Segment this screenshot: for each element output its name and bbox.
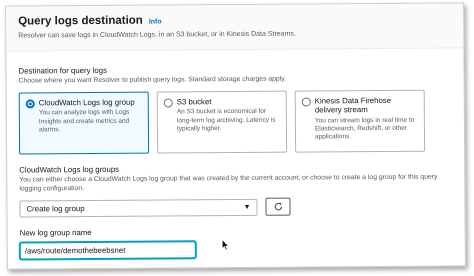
tile-title: CloudWatch Logs log group [38, 97, 135, 108]
log-groups-label: CloudWatch Logs log groups [19, 164, 120, 175]
caret-down-icon: ▼ [243, 203, 251, 211]
query-logs-destination-panel: Query logs destination Info Resolver can… [5, 2, 466, 270]
new-log-group-label: New log group name [19, 228, 92, 238]
refresh-button[interactable] [265, 198, 291, 217]
log-group-name-value: /aws/route/demothebeebsnet [24, 246, 126, 256]
tile-kinesis-firehose[interactable]: Kinesis Data Firehose delivery stream Yo… [294, 89, 426, 153]
radio-selected-icon[interactable] [25, 99, 35, 109]
radio-unselected-icon[interactable] [301, 97, 311, 107]
tile-description: You can analyze logs with Logs Insights … [38, 108, 130, 134]
destination-tiles: CloudWatch Logs log group You can analyz… [18, 89, 452, 155]
tile-title: Kinesis Data Firehose delivery stream [314, 95, 392, 115]
log-group-name-input[interactable]: /aws/route/demothebeebsnet [19, 241, 196, 260]
info-link[interactable]: Info [149, 19, 162, 26]
log-groups-hint: You can either choose a CloudWatch Logs … [19, 173, 438, 193]
refresh-icon [274, 203, 282, 211]
tile-title: S3 bucket [176, 96, 212, 107]
panel-description: Resolver can save logs in CloudWatch Log… [18, 30, 296, 40]
radio-unselected-icon[interactable] [163, 98, 173, 108]
tile-s3-bucket[interactable]: S3 bucket An S3 bucket is economical for… [156, 90, 288, 154]
tile-cloudwatch-logs[interactable]: CloudWatch Logs log group You can analyz… [18, 91, 150, 155]
tile-description: You can stream logs in real time to Elas… [314, 116, 415, 141]
mouse-pointer-icon [221, 239, 230, 251]
destination-label: Destination for query logs [18, 65, 107, 76]
log-group-select-value: Create log group [26, 204, 85, 214]
panel-title: Query logs destination [18, 14, 143, 28]
log-group-select[interactable]: Create log group ▼ [19, 198, 258, 218]
destination-hint: Choose where you want Resolver to publis… [18, 75, 287, 85]
panel-header: Query logs destination Info Resolver can… [6, 3, 464, 52]
tile-description: An S3 bucket is economical for long-term… [176, 107, 276, 133]
